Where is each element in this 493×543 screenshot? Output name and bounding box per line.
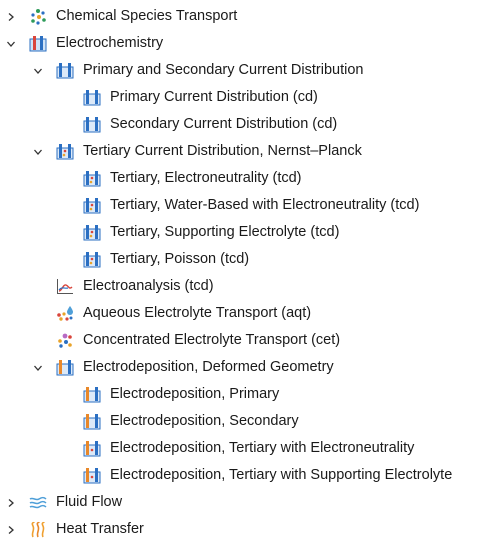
tree-item-label: Chemical Species Transport: [56, 8, 238, 24]
electrodeposition-icon: [56, 359, 74, 376]
concentrated-electrolyte-icon: [56, 332, 74, 349]
tertiary-distribution-icon: [83, 170, 101, 187]
tree-item-electrodeposition-tertiary-supporting-electrolyte[interactable]: Electrodeposition, Tertiary with Support…: [0, 462, 493, 489]
chemical-species-icon: [29, 8, 47, 25]
tree-item-heat-transfer[interactable]: Heat Transfer: [0, 516, 493, 543]
tree-item-label: Electrodeposition, Tertiary with Support…: [110, 467, 453, 483]
chevron-down-icon[interactable]: [30, 354, 46, 381]
tree-item-label: Heat Transfer: [56, 521, 144, 537]
tree-item-electroanalysis[interactable]: Electroanalysis (tcd): [0, 273, 493, 300]
heat-transfer-icon: [29, 521, 47, 538]
tree-item-aqueous-electrolyte-transport[interactable]: Aqueous Electrolyte Transport (aqt): [0, 300, 493, 327]
tree-item-electrodeposition-secondary[interactable]: Electrodeposition, Secondary: [0, 408, 493, 435]
tree-item-concentrated-electrolyte-transport[interactable]: Concentrated Electrolyte Transport (cet): [0, 327, 493, 354]
chevron-right-icon[interactable]: [3, 516, 19, 543]
current-distribution-icon: [56, 62, 74, 79]
electrochemistry-icon: [29, 35, 47, 52]
tree-item-label: Concentrated Electrolyte Transport (cet): [83, 332, 341, 348]
tree-item-label: Electroanalysis (tcd): [83, 278, 214, 294]
electrodeposition-icon: [83, 440, 101, 457]
tree-item-label: Secondary Current Distribution (cd): [110, 116, 338, 132]
tree-item-tertiary-poisson[interactable]: Tertiary, Poisson (tcd): [0, 246, 493, 273]
tertiary-distribution-icon: [56, 143, 74, 160]
tertiary-distribution-icon: [83, 197, 101, 214]
tree-item-label: Aqueous Electrolyte Transport (aqt): [83, 305, 312, 321]
fluid-flow-icon: [29, 494, 47, 511]
tertiary-distribution-icon: [83, 224, 101, 241]
chevron-right-icon[interactable]: [3, 3, 19, 30]
tree-item-primary-secondary-current-distribution[interactable]: Primary and Secondary Current Distributi…: [0, 57, 493, 84]
tree-item-electrodeposition-deformed-geometry[interactable]: Electrodeposition, Deformed Geometry: [0, 354, 493, 381]
chevron-down-icon[interactable]: [3, 30, 19, 57]
electrodeposition-icon: [83, 386, 101, 403]
tertiary-distribution-icon: [83, 251, 101, 268]
tree-item-label: Electrodeposition, Secondary: [110, 413, 299, 429]
tree-item-secondary-current-distribution[interactable]: Secondary Current Distribution (cd): [0, 111, 493, 138]
tree-item-tertiary-electroneutrality[interactable]: Tertiary, Electroneutrality (tcd): [0, 165, 493, 192]
tree-item-chemical-species-transport[interactable]: Chemical Species Transport: [0, 3, 493, 30]
model-wizard-physics-tree: Chemical Species Transport Electrochemis…: [0, 0, 493, 538]
tree-item-label: Primary Current Distribution (cd): [110, 89, 318, 105]
tree-item-label: Tertiary Current Distribution, Nernst–Pl…: [83, 143, 362, 159]
current-distribution-icon: [83, 116, 101, 133]
tree-item-label: Fluid Flow: [56, 494, 123, 510]
tree-item-label: Electrochemistry: [56, 35, 164, 51]
tree-item-electrodeposition-tertiary-electroneutrality[interactable]: Electrodeposition, Tertiary with Electro…: [0, 435, 493, 462]
tree-item-label: Tertiary, Supporting Electrolyte (tcd): [110, 224, 340, 240]
tree-item-label: Electrodeposition, Primary: [110, 386, 280, 402]
tree-item-fluid-flow[interactable]: Fluid Flow: [0, 489, 493, 516]
electrodeposition-icon: [83, 467, 101, 484]
tree-item-label: Electrodeposition, Deformed Geometry: [83, 359, 334, 375]
electroanalysis-icon: [56, 278, 74, 295]
tree-item-tertiary-water-based[interactable]: Tertiary, Water-Based with Electroneutra…: [0, 192, 493, 219]
current-distribution-icon: [83, 89, 101, 106]
tree-item-primary-current-distribution[interactable]: Primary Current Distribution (cd): [0, 84, 493, 111]
tree-item-electrochemistry[interactable]: Electrochemistry: [0, 30, 493, 57]
tree-item-tertiary-supporting-electrolyte[interactable]: Tertiary, Supporting Electrolyte (tcd): [0, 219, 493, 246]
tree-item-label: Electrodeposition, Tertiary with Electro…: [110, 440, 415, 456]
tree-item-label: Tertiary, Poisson (tcd): [110, 251, 250, 267]
tree-item-label: Primary and Secondary Current Distributi…: [83, 62, 364, 78]
tree-item-label: Tertiary, Water-Based with Electroneutra…: [110, 197, 420, 213]
tree-item-electrodeposition-primary[interactable]: Electrodeposition, Primary: [0, 381, 493, 408]
aqueous-electrolyte-icon: [56, 305, 74, 322]
chevron-down-icon[interactable]: [30, 57, 46, 84]
chevron-down-icon[interactable]: [30, 138, 46, 165]
chevron-right-icon[interactable]: [3, 489, 19, 516]
tree-item-label: Tertiary, Electroneutrality (tcd): [110, 170, 302, 186]
tree-item-tertiary-current-distribution[interactable]: Tertiary Current Distribution, Nernst–Pl…: [0, 138, 493, 165]
electrodeposition-icon: [83, 413, 101, 430]
